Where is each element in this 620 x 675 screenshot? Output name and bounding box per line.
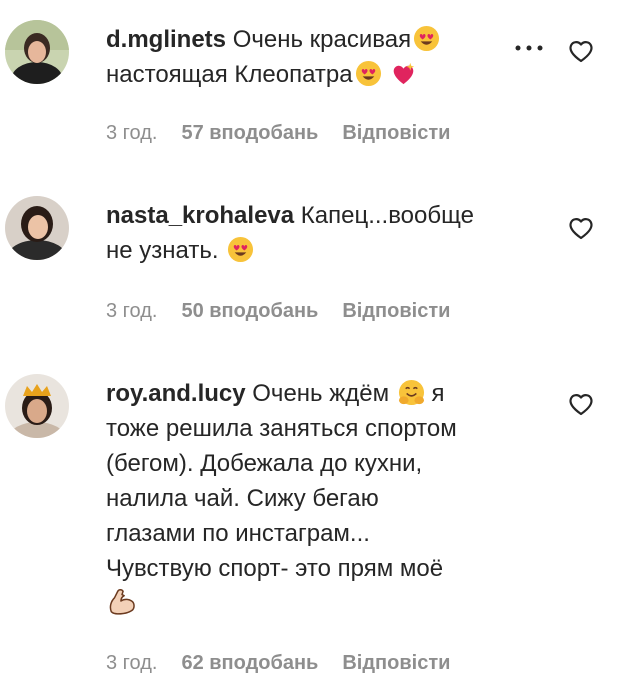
comment-text: d.mglinets Очень красивая настоящая Клео… bbox=[106, 22, 546, 92]
comment-body: Очень красивая bbox=[232, 26, 412, 53]
avatar[interactable] bbox=[5, 196, 69, 260]
likes-count[interactable]: 57 вподобань bbox=[181, 122, 318, 144]
comment-meta: 3 год. 57 вподобань Відповісти bbox=[106, 122, 474, 145]
likes-count[interactable]: 62 вподобань bbox=[181, 652, 318, 674]
timestamp[interactable]: 3 год. bbox=[106, 652, 157, 674]
comment-body: Капец...вообще bbox=[300, 202, 474, 229]
avatar[interactable] bbox=[5, 374, 69, 438]
heart-outline-icon[interactable] bbox=[566, 389, 596, 419]
comment-body: настоящая Клеопатра bbox=[106, 61, 353, 88]
flexed-biceps-emoji bbox=[109, 589, 135, 615]
heart-eyes-emoji bbox=[355, 60, 381, 87]
heart-outline-icon[interactable] bbox=[566, 213, 596, 243]
sparkling-heart-emoji bbox=[393, 62, 414, 85]
comment-body: я bbox=[431, 380, 445, 407]
timestamp[interactable]: 3 год. bbox=[106, 122, 157, 144]
heart-outline-icon[interactable] bbox=[566, 36, 596, 66]
more-options-icon[interactable] bbox=[512, 40, 546, 56]
comment-text: roy.and.lucy Очень ждём я тоже решила за… bbox=[106, 376, 546, 621]
username-link[interactable]: d.mglinets bbox=[106, 26, 226, 53]
comment-body: (бегом). Добежала до кухни, bbox=[106, 450, 423, 477]
comment-body: Чувствую спорт- это прям моё bbox=[106, 555, 444, 582]
reply-button[interactable]: Відповісти bbox=[342, 300, 450, 322]
hugging-face-emoji bbox=[398, 379, 424, 406]
timestamp[interactable]: 3 год. bbox=[106, 300, 157, 322]
heart-eyes-emoji bbox=[228, 236, 254, 263]
comment-body: тоже решила заняться спортом bbox=[106, 415, 457, 442]
comment-body: налила чай. Сижу бегаю bbox=[106, 485, 379, 512]
comment-meta: 3 год. 50 вподобань Відповісти bbox=[106, 300, 474, 323]
comment-body: не узнать. bbox=[106, 237, 219, 264]
likes-count[interactable]: 50 вподобань bbox=[181, 300, 318, 322]
avatar[interactable] bbox=[5, 20, 69, 84]
reply-button[interactable]: Відповісти bbox=[342, 122, 450, 144]
comment-text: nasta_krohaleva Капец...вообще не узнать… bbox=[106, 198, 546, 268]
username-link[interactable]: roy.and.lucy bbox=[106, 380, 246, 407]
comment-body: глазами по инстаграм... bbox=[106, 520, 370, 547]
heart-eyes-emoji bbox=[414, 25, 440, 52]
comment-body: Очень ждём bbox=[252, 380, 390, 407]
username-link[interactable]: nasta_krohaleva bbox=[106, 202, 294, 229]
reply-button[interactable]: Відповісти bbox=[342, 652, 450, 674]
